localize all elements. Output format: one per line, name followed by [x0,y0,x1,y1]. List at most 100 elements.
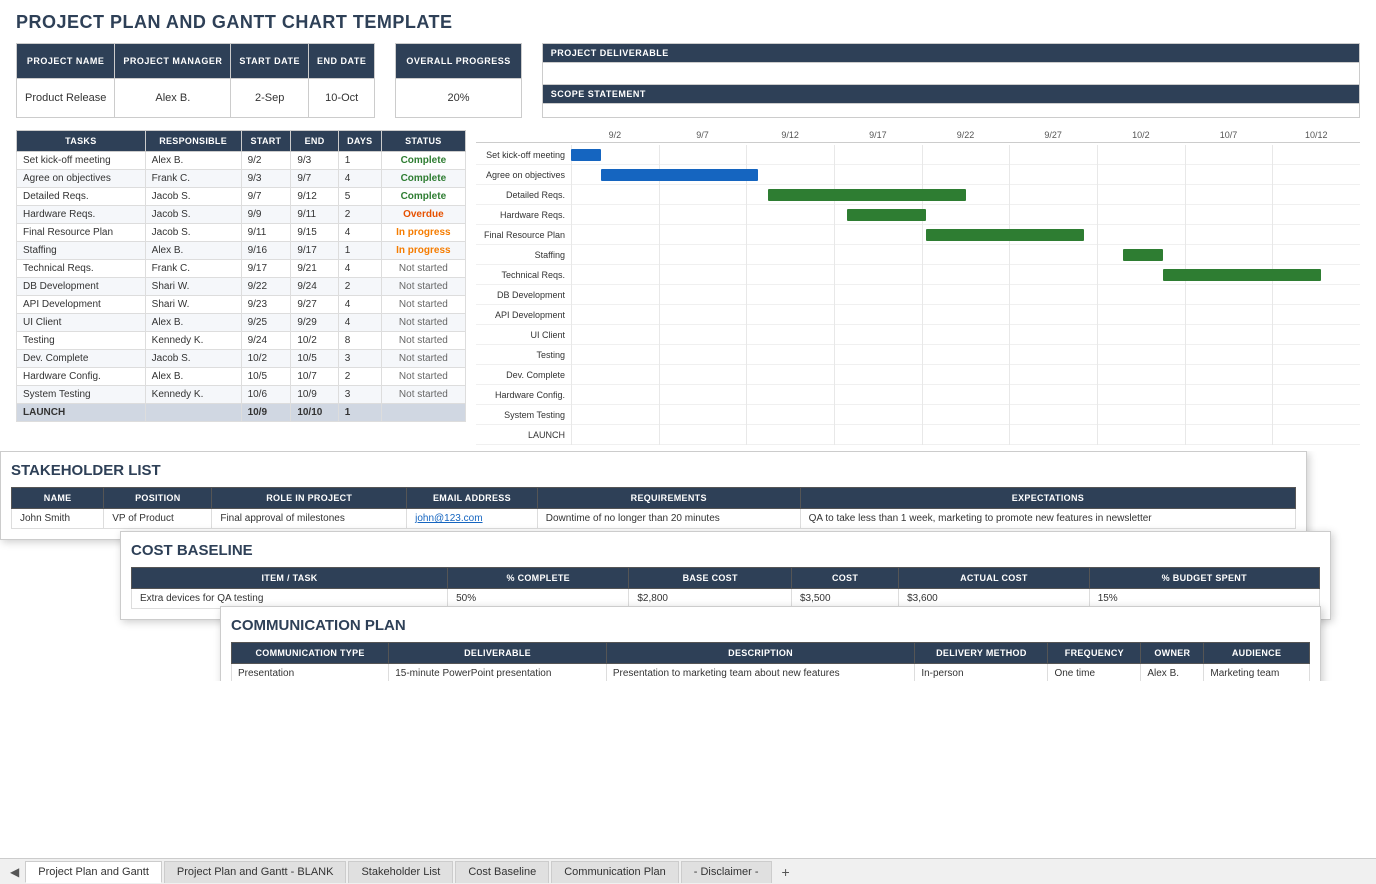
table-row: System TestingKennedy K.10/610/93Not sta… [17,386,466,404]
gantt-timeline [571,225,1360,245]
stakeholder-cell-expectations: QA to take less than 1 week, marketing t… [800,509,1296,529]
gantt-bar [1163,269,1321,281]
task-cell-days: 5 [338,188,381,206]
task-cell-start: 9/25 [241,314,291,332]
gantt-row-label: Testing [476,350,571,360]
cost-header-cell: COST [791,568,898,589]
task-status: Not started [381,350,465,368]
task-status: Not started [381,278,465,296]
tab-item[interactable]: Project Plan and Gantt [25,861,162,883]
progress-table: OVERALL PROGRESS 20% [395,43,521,118]
communication-plan-title: COMMUNICATION PLAN [231,617,1310,634]
task-status: Not started [381,368,465,386]
tab-item[interactable]: Project Plan and Gantt - BLANK [164,861,347,883]
project-name-header: PROJECT NAME [17,44,115,79]
task-cell-responsible: Shari W. [145,278,241,296]
tab-item[interactable]: Stakeholder List [348,861,453,883]
comm-header-cell: OWNER [1141,643,1204,664]
task-cell-task: Technical Reqs. [17,260,146,278]
gantt-date-label: 9/27 [1009,130,1097,140]
tab-nav-left[interactable]: ◀ [4,861,25,883]
gantt-timeline [571,145,1360,165]
task-status: Complete [381,170,465,188]
gantt-bar [1123,249,1162,261]
gantt-row-label: Final Resource Plan [476,230,571,240]
task-cell-end: 9/17 [291,242,338,260]
stakeholder-header-cell: EMAIL ADDRESS [407,488,538,509]
scope-header: SCOPE STATEMENT [542,85,1360,104]
gantt-row: Staffing [476,245,1360,265]
gantt-date-label: 10/2 [1097,130,1185,140]
table-row: TestingKennedy K.9/2410/28Not started [17,332,466,350]
task-cell-days: 1 [338,152,381,170]
table-row: Hardware Reqs.Jacob S.9/99/112Overdue [17,206,466,224]
task-cell-days: 4 [338,296,381,314]
tab-item[interactable]: Communication Plan [551,861,679,883]
gantt-row-label: Technical Reqs. [476,270,571,280]
table-row: DB DevelopmentShari W.9/229/242Not start… [17,278,466,296]
task-cell-end: 9/29 [291,314,338,332]
gantt-row-label: LAUNCH [476,430,571,440]
gantt-row-label: Staffing [476,250,571,260]
stakeholder-cell-requirements: Downtime of no longer than 20 minutes [537,509,800,529]
gantt-row-label: API Development [476,310,571,320]
end-date-header: END DATE [309,44,375,79]
gantt-timeline [571,285,1360,305]
gantt-timeline [571,345,1360,365]
task-cell-responsible: Kennedy K. [145,386,241,404]
task-cell-days: 4 [338,170,381,188]
task-cell-responsible: Alex B. [145,242,241,260]
task-cell-responsible: Kennedy K. [145,332,241,350]
task-cell-start: 9/16 [241,242,291,260]
task-cell-end: 10/9 [291,386,338,404]
task-cell-task: Final Resource Plan [17,224,146,242]
deliverable-section: PROJECT DELIVERABLE SCOPE STATEMENT [542,43,1360,118]
task-status: Complete [381,152,465,170]
task-cell-responsible: Frank C. [145,260,241,278]
task-cell-responsible: Frank C. [145,170,241,188]
cost-header-cell: % BUDGET SPENT [1089,568,1319,589]
gantt-row: Testing [476,345,1360,365]
task-cell-start: 9/11 [241,224,291,242]
stakeholder-header-cell: POSITION [104,488,212,509]
task-cell-end: 9/15 [291,224,338,242]
task-cell-start: 9/9 [241,206,291,224]
end-date-value: 10-Oct [309,79,375,118]
gantt-date-label: 9/17 [834,130,922,140]
task-cell-end: 9/27 [291,296,338,314]
task-cell-end: 9/21 [291,260,338,278]
cost-baseline-title: COST BASELINE [131,542,1320,559]
gantt-row: Final Resource Plan [476,225,1360,245]
tab-add-button[interactable]: + [774,860,798,884]
task-status: Overdue [381,206,465,224]
email-link[interactable]: john@123.com [415,513,482,524]
task-cell-days: 4 [338,224,381,242]
task-cell-task: API Development [17,296,146,314]
gantt-date-label: 10/7 [1185,130,1273,140]
task-status: Not started [381,332,465,350]
table-row: UI ClientAlex B.9/259/294Not started [17,314,466,332]
task-status: Complete [381,188,465,206]
tasks-header-cell: DAYS [338,131,381,152]
task-cell-task: System Testing [17,386,146,404]
tab-item[interactable]: Cost Baseline [455,861,549,883]
gantt-row-label: DB Development [476,290,571,300]
task-cell-responsible: Jacob S. [145,188,241,206]
task-cell-task: Staffing [17,242,146,260]
stakeholder-cell-name: John Smith [12,509,104,529]
task-cell-task: Hardware Config. [17,368,146,386]
tab-item[interactable]: - Disclaimer - [681,861,772,883]
task-cell-end: 10/10 [291,404,338,422]
task-cell-responsible: Alex B. [145,368,241,386]
gantt-timeline [571,185,1360,205]
comm-cell-description: Presentation to marketing team about new… [606,664,914,682]
deliverable-body [542,63,1360,85]
comm-cell-type: Presentation [232,664,389,682]
task-cell-days: 2 [338,278,381,296]
tasks-header-cell: STATUS [381,131,465,152]
gantt-timeline [571,245,1360,265]
task-cell-end: 9/24 [291,278,338,296]
overall-progress-header: OVERALL PROGRESS [396,44,521,79]
gantt-row: UI Client [476,325,1360,345]
gantt-bar [926,229,1084,241]
